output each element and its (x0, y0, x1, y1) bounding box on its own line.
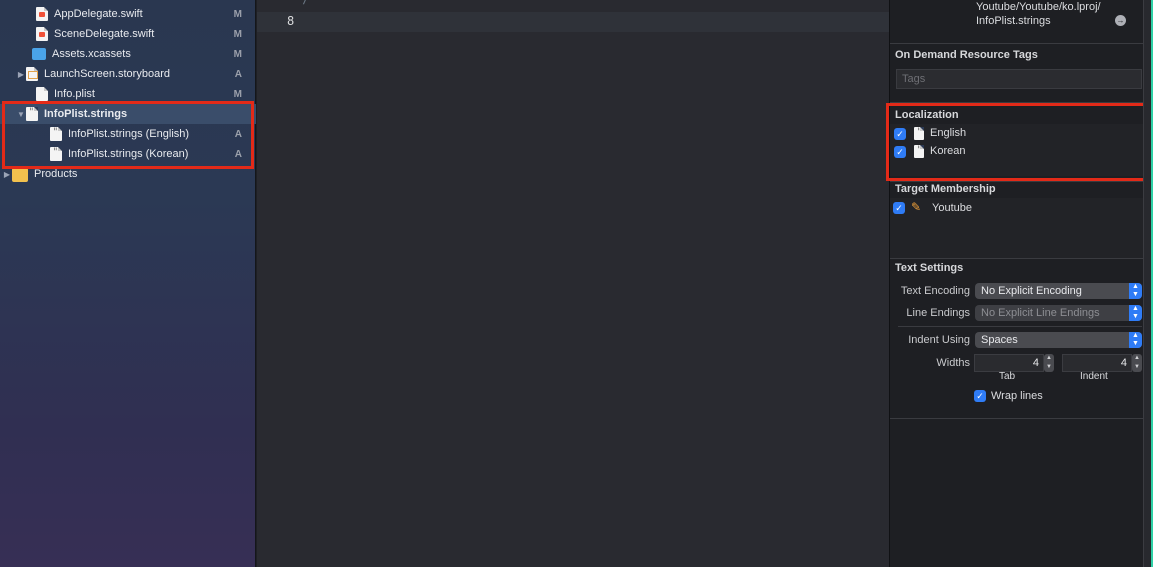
file-path-line-2: InfoPlist.strings (976, 15, 1051, 27)
vcs-status: M (233, 88, 242, 100)
localization-english-label: English (930, 127, 967, 139)
file-row-assets[interactable]: Assets.xcassets M (0, 44, 256, 64)
file-row-strings-korean[interactable]: InfoPlist.strings (Korean) A (0, 144, 256, 164)
line-endings-label: Line Endings (906, 307, 970, 319)
file-name: Assets.xcassets (52, 48, 131, 60)
widths-label: Widths (936, 357, 970, 369)
divider (890, 418, 1144, 419)
indent-using-label: Indent Using (908, 334, 970, 346)
tab-width-field[interactable]: 4 (974, 354, 1044, 372)
wrap-lines-checkbox[interactable]: ✓ (974, 390, 986, 402)
indent-caption: Indent (1080, 371, 1108, 382)
localization-list (890, 124, 1144, 176)
disclosure-triangle-icon[interactable]: ▼ (16, 110, 26, 119)
text-encoding-label: Text Encoding (900, 285, 970, 297)
file-name: AppDelegate.swift (54, 8, 143, 20)
strings-file-icon (914, 145, 924, 158)
plist-file-icon (36, 87, 48, 101)
file-inspector: Youtube/Youtube/ko.lproj/ InfoPlist.stri… (886, 0, 1153, 567)
localization-korean-label: Korean (930, 145, 966, 157)
file-name: LaunchScreen.storyboard (44, 68, 170, 80)
vcs-status: A (234, 128, 242, 140)
wrap-lines-label: Wrap lines (991, 390, 1043, 402)
tab-caption: Tab (999, 371, 1016, 382)
text-encoding-popup[interactable]: No Explicit Encoding ▲ ▼ (975, 283, 1142, 299)
popup-arrows-icon: ▲ ▼ (1129, 332, 1142, 348)
strings-file-icon (50, 127, 62, 141)
group-name: Products (34, 168, 78, 180)
tags-input[interactable]: Tags (896, 69, 1142, 89)
disclosure-triangle-icon[interactable]: ▶ (16, 70, 26, 79)
file-name: InfoPlist.strings (44, 108, 128, 120)
file-name: InfoPlist.strings (English) (68, 128, 190, 140)
popup-arrows-icon: ▲ ▼ (1129, 283, 1142, 299)
current-line-highlight (257, 12, 889, 32)
strings-file-icon (26, 107, 38, 121)
indent-using-popup[interactable]: Spaces ▲ ▼ (975, 332, 1142, 348)
tab-width-stepper[interactable]: ▲ ▼ (1044, 354, 1054, 372)
code-comment: */ (295, 0, 309, 6)
vcs-status: A (234, 68, 242, 80)
app-target-icon: ✎ (911, 200, 922, 214)
file-row-infoplist-strings[interactable]: ▼ InfoPlist.strings (0, 104, 256, 124)
reveal-in-finder-icon[interactable]: → (1115, 15, 1126, 26)
window-edge (1143, 0, 1153, 567)
on-demand-header: On Demand Resource Tags (895, 49, 1038, 61)
source-editor[interactable]: */ 8 (257, 0, 889, 567)
indent-width-field[interactable]: 4 (1062, 354, 1132, 372)
file-name: InfoPlist.strings (Korean) (68, 148, 189, 160)
storyboard-file-icon (26, 67, 38, 81)
swift-file-icon (36, 27, 48, 41)
file-row-strings-english[interactable]: InfoPlist.strings (English) A (0, 124, 256, 144)
vcs-status: A (234, 148, 242, 160)
localization-header: Localization (895, 109, 959, 121)
file-row-scenedelegate[interactable]: SceneDelegate.swift M (0, 24, 256, 44)
divider (890, 258, 1144, 259)
text-settings-header: Text Settings (895, 262, 964, 274)
target-list (890, 198, 1144, 258)
file-path-line-1: Youtube/Youtube/ko.lproj/ (976, 1, 1101, 13)
file-name: Info.plist (54, 88, 95, 100)
indent-width-stepper[interactable]: ▲ ▼ (1132, 354, 1142, 372)
line-number: 8 (287, 14, 295, 28)
asset-catalog-icon (32, 48, 46, 60)
group-row-products[interactable]: ▶ Products (0, 164, 256, 184)
divider (898, 326, 1142, 327)
popup-arrows-icon: ▲ ▼ (1129, 305, 1142, 321)
file-row-launchscreen[interactable]: ▶ LaunchScreen.storyboard A (0, 64, 256, 84)
line-endings-popup[interactable]: No Explicit Line Endings ▲ ▼ (975, 305, 1142, 321)
vcs-status: M (233, 48, 242, 60)
disclosure-triangle-icon[interactable]: ▶ (2, 170, 12, 179)
file-row-infoplist[interactable]: Info.plist M (0, 84, 256, 104)
divider (890, 102, 1144, 103)
target-youtube-checkbox[interactable]: ✓ (893, 202, 905, 214)
folder-icon (12, 168, 28, 182)
localization-korean-checkbox[interactable]: ✓ (894, 146, 906, 158)
file-name: SceneDelegate.swift (54, 28, 155, 40)
vcs-status: M (233, 8, 242, 20)
target-membership-header: Target Membership (895, 183, 996, 195)
file-row-appdelegate[interactable]: AppDelegate.swift M (0, 4, 256, 24)
strings-file-icon (914, 127, 924, 140)
strings-file-icon (50, 147, 62, 161)
swift-file-icon (36, 7, 48, 21)
localization-english-checkbox[interactable]: ✓ (894, 128, 906, 140)
target-youtube-label: Youtube (932, 202, 972, 214)
project-navigator: AppDelegate.swift M SceneDelegate.swift … (0, 0, 256, 567)
divider (890, 43, 1144, 44)
vcs-status: M (233, 28, 242, 40)
